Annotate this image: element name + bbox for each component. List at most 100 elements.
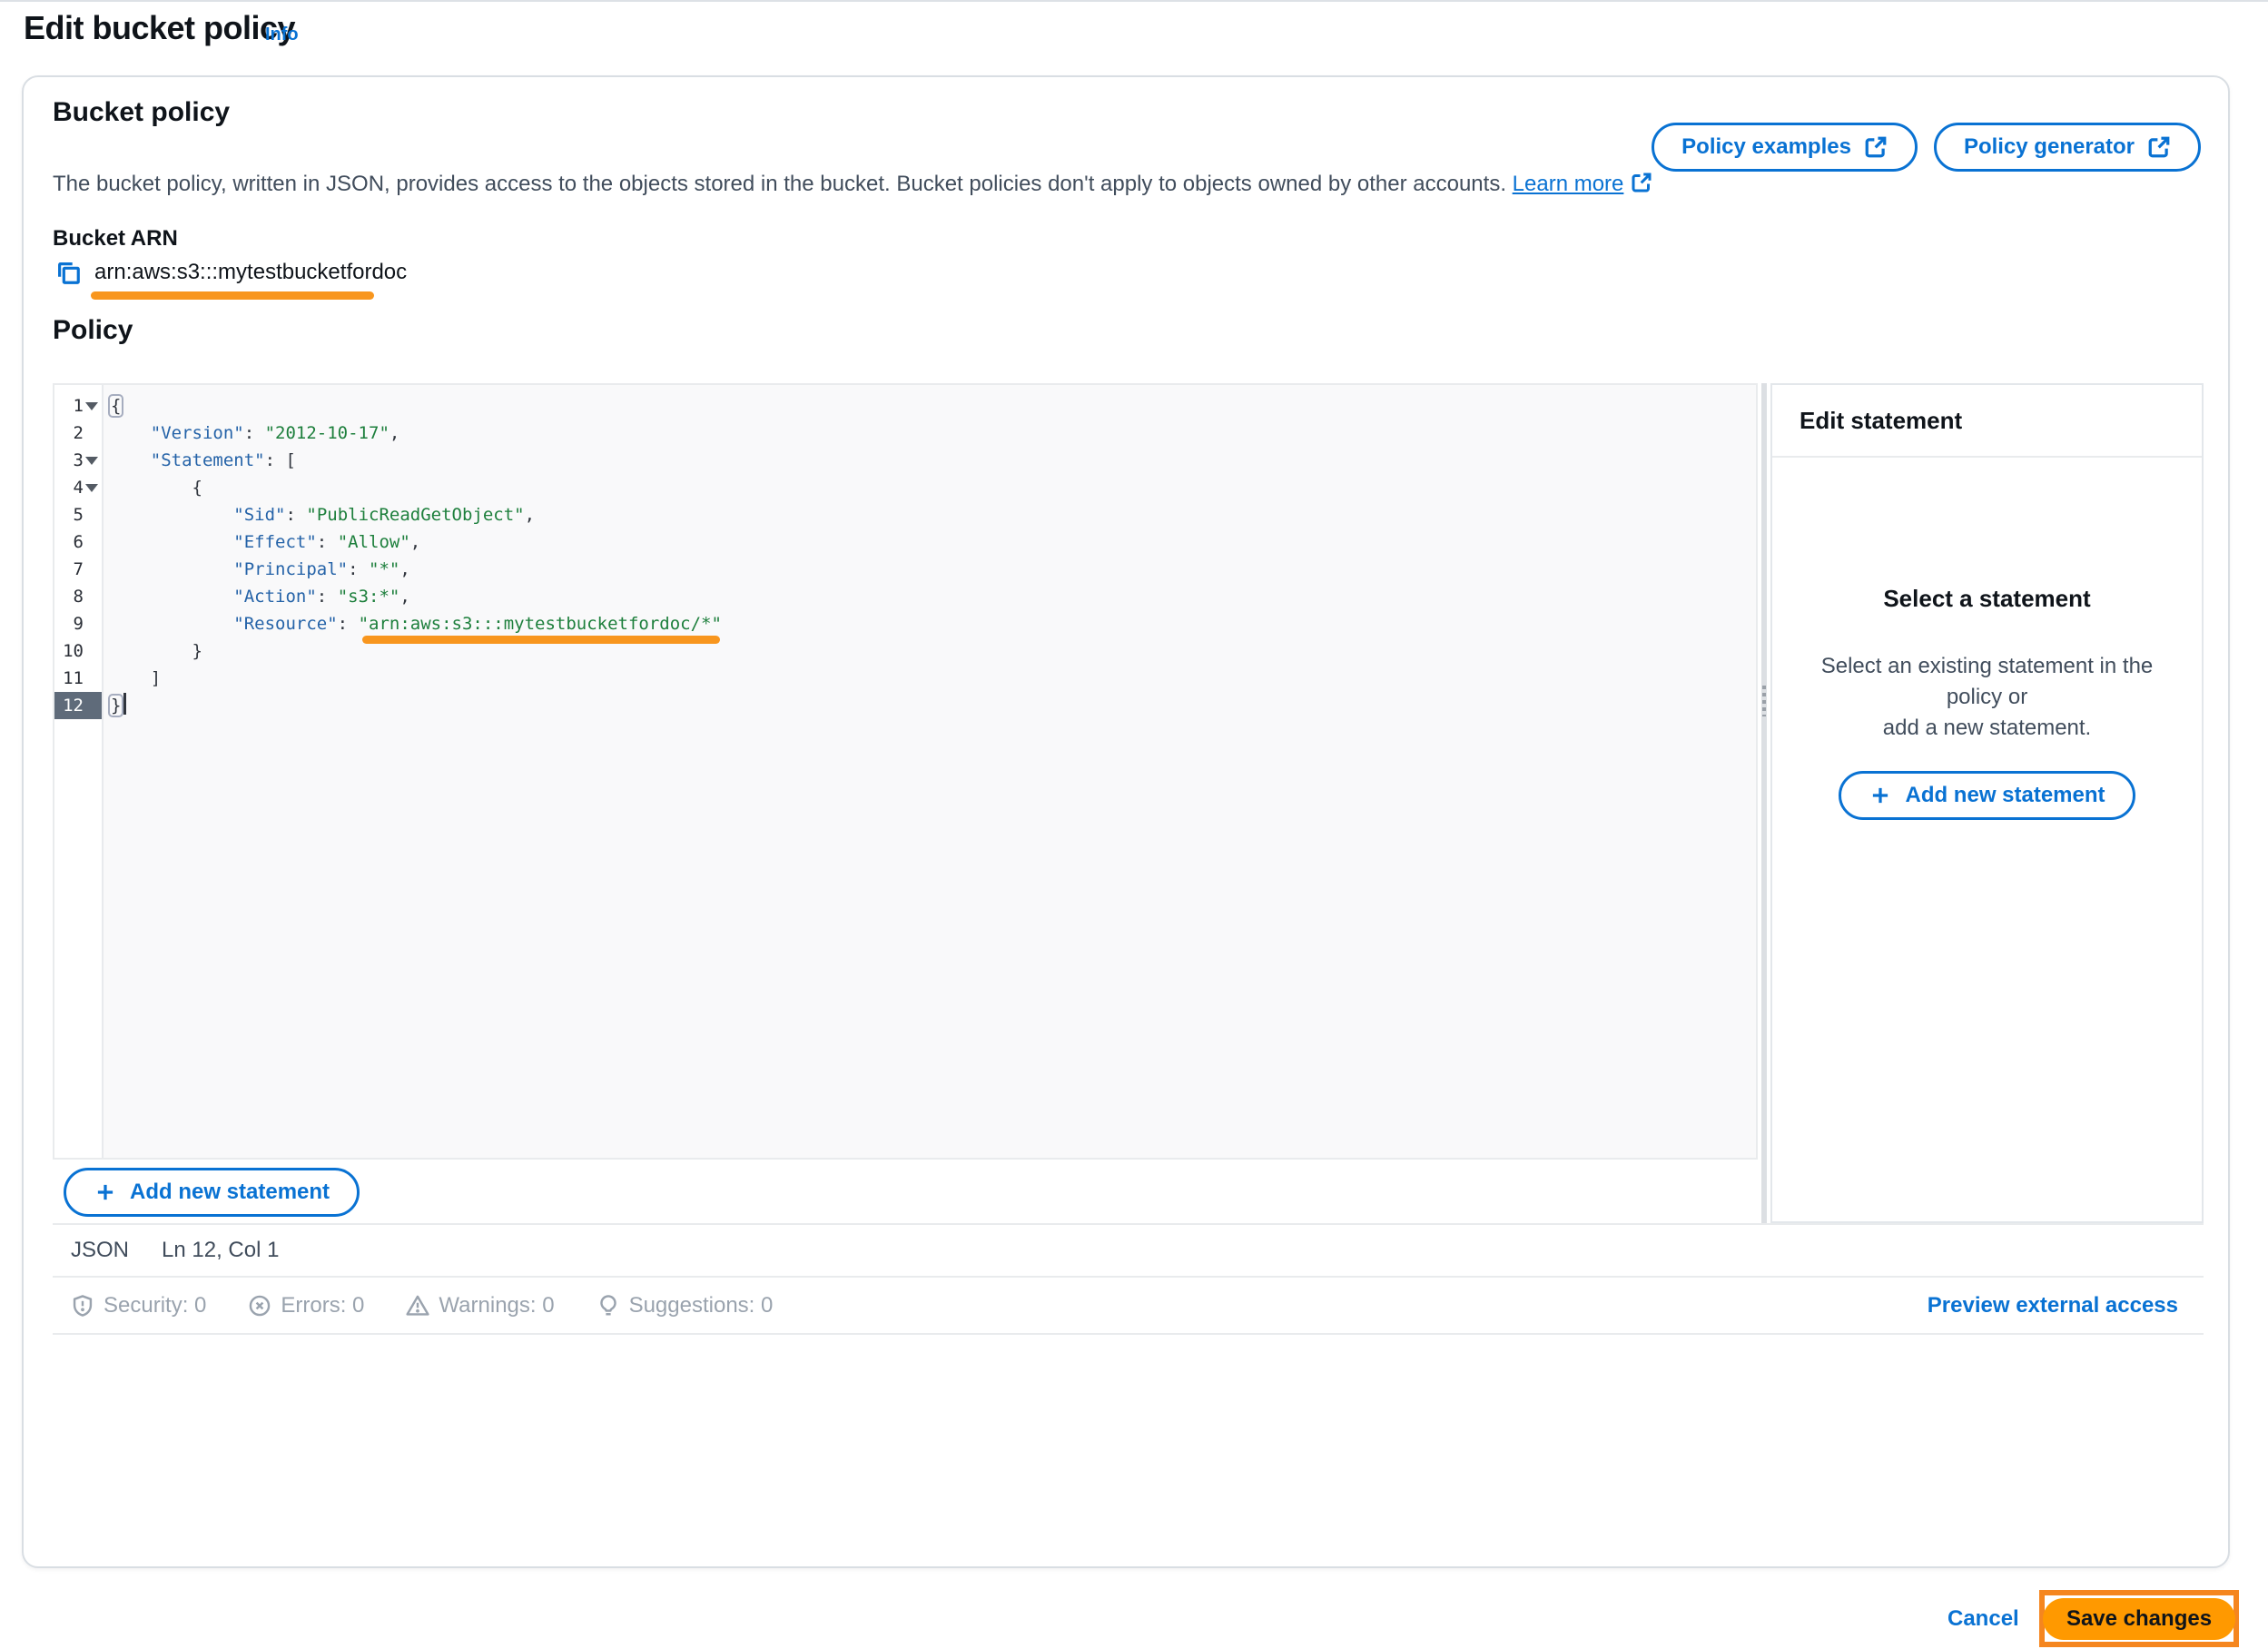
code-line-6[interactable]: "Effect": "Allow",	[104, 528, 1756, 556]
code-token: "Action"	[233, 587, 317, 607]
preview-external-access-link[interactable]: Preview external access	[1928, 1293, 2178, 1318]
code-token	[109, 559, 233, 579]
external-link-icon	[1631, 172, 1652, 193]
gutter-line-1[interactable]: 1	[54, 392, 102, 420]
code-line-5[interactable]: "Sid": "PublicReadGetObject",	[104, 501, 1756, 528]
warnings-count-label: Warnings: 0	[439, 1293, 554, 1318]
code-token: "Resource"	[233, 614, 337, 634]
empty-state-line1: Select an existing statement in the poli…	[1821, 654, 2154, 709]
learn-more-link[interactable]: Learn more	[1513, 172, 1624, 196]
warnings-count[interactable]: Warnings: 0	[406, 1293, 554, 1318]
resize-grip-icon	[1762, 686, 1766, 716]
errors-count[interactable]: Errors: 0	[248, 1293, 364, 1318]
panel-header: Edit statement	[1772, 385, 2202, 458]
code-line-3[interactable]: "Statement": [	[104, 447, 1756, 474]
code-token: "Allow"	[338, 532, 410, 552]
code-token: "PublicReadGetObject"	[306, 505, 524, 525]
gutter-line-7[interactable]: 7	[54, 556, 102, 583]
cancel-button[interactable]: Cancel	[1948, 1606, 2019, 1632]
suggestions-count-label: Suggestions: 0	[629, 1293, 774, 1318]
code-line-9[interactable]: "Resource": "arn:aws:s3:::mytestbucketfo…	[104, 610, 1756, 637]
bucket-policy-card: Bucket policy Policy examples Policy gen…	[22, 75, 2230, 1568]
security-count[interactable]: Security: 0	[71, 1293, 206, 1318]
copy-arn-button[interactable]	[54, 259, 82, 286]
code-token: :	[338, 614, 359, 634]
code-line-2[interactable]: "Version": "2012-10-17",	[104, 420, 1756, 447]
code-line-7[interactable]: "Principal": "*",	[104, 556, 1756, 583]
edit-statement-panel: Edit statement Select a statement Select…	[1770, 383, 2204, 1223]
info-link[interactable]: Info	[265, 25, 299, 45]
code-token: :	[317, 532, 338, 552]
panel-empty-state: Select a statement Select an existing st…	[1772, 458, 2202, 820]
code-token: "*"	[369, 559, 399, 579]
code-line-11[interactable]: ]	[104, 665, 1756, 692]
card-description: The bucket policy, written in JSON, prov…	[53, 172, 1652, 197]
code-token: }	[108, 694, 123, 717]
policy-generator-label: Policy generator	[1964, 134, 2135, 160]
code-token: :	[285, 505, 306, 525]
external-link-icon	[1864, 135, 1888, 159]
code-token: ,	[399, 587, 409, 607]
empty-state-text: Select an existing statement in the poli…	[1800, 651, 2174, 744]
policy-examples-button[interactable]: Policy examples	[1652, 123, 1918, 172]
top-divider	[0, 0, 2268, 2]
gutter-line-6[interactable]: 6	[54, 528, 102, 556]
card-header-actions: Policy examples Policy generator	[1652, 123, 2201, 172]
save-changes-button[interactable]: Save changes	[2043, 1598, 2235, 1640]
gutter-line-2[interactable]: 2	[54, 420, 102, 447]
gutter-line-11[interactable]: 11	[54, 665, 102, 692]
code-token: ,	[525, 505, 535, 525]
code-token: "Effect"	[233, 532, 317, 552]
code-line-10[interactable]: }	[104, 637, 1756, 665]
fold-arrow-icon[interactable]	[85, 402, 98, 410]
code-token: "s3:*"	[338, 587, 400, 607]
description-text: The bucket policy, written in JSON, prov…	[53, 172, 1506, 196]
add-new-statement-button-panel[interactable]: Add new statement	[1839, 771, 2135, 820]
code-token: "Version"	[151, 423, 244, 443]
bucket-arn-value: arn:aws:s3:::mytestbucketfordoc	[94, 260, 407, 285]
code-token: :	[244, 423, 265, 443]
gutter-line-8[interactable]: 8	[54, 583, 102, 610]
code-token: ,	[399, 559, 409, 579]
gutter-line-4[interactable]: 4	[54, 474, 102, 501]
code-line-4[interactable]: {	[104, 474, 1756, 501]
empty-state-line2: add a new statement.	[1883, 716, 2091, 740]
code-token: }	[109, 641, 202, 661]
fold-arrow-icon[interactable]	[85, 484, 98, 492]
panel-title: Edit statement	[1800, 407, 1962, 435]
code-line-1[interactable]: {	[104, 392, 1756, 420]
plus-icon	[94, 1180, 117, 1204]
cursor-position: Ln 12, Col 1	[162, 1238, 279, 1263]
gutter-line-5[interactable]: 5	[54, 501, 102, 528]
editor-code-content[interactable]: { "Version": "2012-10-17", "Statement": …	[104, 385, 1756, 1158]
save-button-annotation-box: Save changes	[2039, 1590, 2239, 1647]
suggestions-icon	[597, 1294, 620, 1318]
suggestions-count[interactable]: Suggestions: 0	[597, 1293, 774, 1318]
gutter-line-12[interactable]: 12	[54, 692, 102, 719]
add-new-statement-label: Add new statement	[130, 1180, 330, 1205]
gutter-line-10[interactable]: 10	[54, 637, 102, 665]
policy-editor: 123456789101112 { "Version": "2012-10-17…	[53, 383, 2204, 1279]
plus-icon	[1869, 784, 1892, 807]
code-line-8[interactable]: "Action": "s3:*",	[104, 583, 1756, 610]
code-token: ]	[109, 668, 161, 688]
security-count-label: Security: 0	[104, 1293, 206, 1318]
code-token: {	[109, 478, 202, 498]
code-token: "arn:aws:s3:::mytestbucketfordoc/*"	[359, 614, 722, 634]
code-token	[109, 505, 233, 525]
code-token	[109, 587, 233, 607]
gutter-line-3[interactable]: 3	[54, 447, 102, 474]
empty-state-title: Select a statement	[1883, 585, 2090, 613]
code-token	[109, 614, 233, 634]
add-new-statement-label: Add new statement	[1905, 783, 2105, 808]
policy-generator-button[interactable]: Policy generator	[1934, 123, 2201, 172]
add-new-statement-button[interactable]: Add new statement	[64, 1168, 360, 1217]
external-link-icon	[2147, 135, 2171, 159]
gutter-line-9[interactable]: 9	[54, 610, 102, 637]
code-token	[109, 450, 151, 470]
editor-status-bar: JSON Ln 12, Col 1	[53, 1225, 2204, 1278]
panel-resize-handle[interactable]	[1760, 383, 1769, 1223]
fold-arrow-icon[interactable]	[85, 457, 98, 465]
code-line-12[interactable]: }	[104, 692, 1756, 719]
code-token: "2012-10-17"	[265, 423, 390, 443]
